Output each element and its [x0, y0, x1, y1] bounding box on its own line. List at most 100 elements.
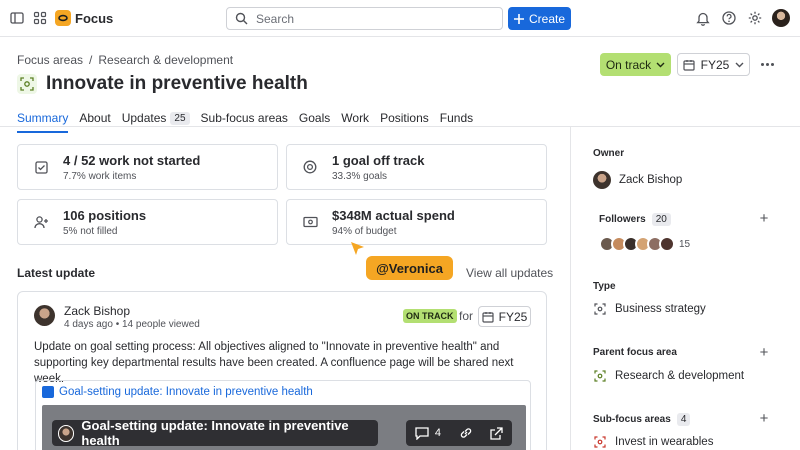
chevron-down-icon	[656, 62, 665, 67]
linked-page-card[interactable]: Goal-setting update: Innovate in prevent…	[35, 380, 531, 450]
breadcrumb: Focus areas / Research & development	[17, 53, 233, 67]
search-placeholder: Search	[256, 11, 295, 26]
page-preview[interactable]: Goal-setting update: Innovate in prevent…	[42, 405, 526, 450]
top-navigation-bar: Focus Search Create	[0, 0, 800, 37]
update-card: Zack Bishop 4 days ago • 14 people viewe…	[17, 291, 547, 450]
add-follower-icon[interactable]: +	[758, 211, 770, 226]
app-name[interactable]: Focus	[75, 11, 113, 26]
sub-focus-areas-heading: Sub-focus areas 4	[593, 413, 691, 426]
type-value-row: Business strategy	[593, 302, 706, 316]
tab-updates[interactable]: Updates 25	[122, 108, 190, 128]
settings-gear-icon[interactable]	[746, 9, 764, 27]
owner-avatar	[593, 171, 611, 189]
create-label: Create	[528, 11, 566, 26]
preview-title-bar: Goal-setting update: Innovate in prevent…	[52, 418, 378, 448]
sub-focus-area-item[interactable]: Invest in wearables	[593, 435, 713, 449]
search-input[interactable]: Search	[226, 7, 503, 30]
strategy-icon	[593, 302, 607, 316]
comment-icon	[415, 426, 429, 440]
notifications-bell-icon[interactable]	[694, 9, 712, 27]
followers-more-count: 15	[679, 238, 691, 250]
link-icon[interactable]	[459, 426, 473, 440]
update-fiscal-year[interactable]: FY25	[478, 306, 531, 327]
comments-button[interactable]: 4	[415, 426, 441, 440]
confluence-icon	[42, 386, 54, 398]
stat-value: 4 / 52 work not started	[63, 153, 201, 168]
tab-positions[interactable]: Positions	[380, 108, 429, 128]
stat-subtext: 7.7% work items	[63, 171, 137, 182]
search-icon	[235, 12, 248, 25]
stat-subtext: 33.3% goals	[332, 171, 388, 182]
sub-focus-count-badge: 4	[676, 413, 691, 426]
update-meta: 4 days ago • 14 people viewed	[64, 319, 200, 330]
focus-logo-icon[interactable]	[55, 10, 71, 26]
help-icon[interactable]	[720, 9, 738, 27]
followers-heading: Followers 20	[599, 213, 671, 226]
stat-subtext: 5% not filled	[63, 226, 118, 237]
add-parent-icon[interactable]: +	[758, 345, 770, 360]
tabs-divider	[0, 126, 800, 127]
calendar-icon	[482, 311, 494, 323]
breadcrumb-focus-areas[interactable]: Focus areas	[17, 53, 83, 67]
tab-sub-focus-areas[interactable]: Sub-focus areas	[201, 108, 288, 128]
app-switcher-icon[interactable]	[31, 9, 49, 27]
page-title: Innovate in preventive health	[46, 73, 308, 94]
status-dropdown-button[interactable]: On track	[600, 53, 671, 76]
focus-area-icon	[593, 435, 607, 449]
stat-card-positions[interactable]: 106 positions 5% not filled	[17, 199, 278, 245]
type-value: Business strategy	[615, 303, 706, 315]
breadcrumb-research-development[interactable]: Research & development	[98, 53, 233, 67]
author-name[interactable]: Zack Bishop	[64, 304, 130, 318]
for-label: for	[459, 309, 474, 323]
more-options-icon[interactable]	[758, 57, 776, 71]
sidebar-toggle-icon[interactable]	[8, 9, 26, 27]
calendar-icon	[683, 59, 695, 71]
type-heading: Type	[593, 281, 616, 292]
tab-about[interactable]: About	[79, 108, 110, 128]
linked-page-title[interactable]: Goal-setting update: Innovate in prevent…	[42, 386, 313, 398]
view-all-updates-link[interactable]: View all updates	[466, 266, 553, 280]
stat-value: 1 goal off track	[332, 153, 425, 168]
tab-goals[interactable]: Goals	[299, 108, 330, 128]
author-avatar[interactable]	[34, 305, 55, 326]
parent-focus-area-item[interactable]: Research & development	[593, 369, 744, 383]
stat-card-work[interactable]: 4 / 52 work not started 7.7% work items	[17, 144, 278, 190]
fiscal-year-label: FY25	[700, 57, 730, 72]
collaborator-cursor-icon	[351, 242, 364, 255]
collaborator-mention-tag: @Veronica	[366, 256, 453, 280]
status-label: On track	[605, 57, 652, 72]
stat-value: 106 positions	[63, 208, 147, 223]
stat-card-goals[interactable]: 1 goal off track 33.3% goals	[286, 144, 547, 190]
open-external-icon[interactable]	[490, 426, 503, 440]
title-row: Innovate in preventive health	[17, 73, 308, 95]
owner-name: Zack Bishop	[619, 174, 683, 186]
focus-area-icon	[593, 369, 607, 383]
fiscal-year-dropdown[interactable]: FY25	[677, 53, 750, 76]
parent-focus-area-name: Research & development	[615, 370, 745, 382]
tab-bar: Summary About Updates 25 Sub-focus areas …	[17, 108, 473, 133]
stat-card-spend[interactable]: $348M actual spend 94% of budget	[286, 199, 547, 245]
stat-subtext: 94% of budget	[332, 226, 397, 237]
parent-focus-area-heading: Parent focus area	[593, 347, 677, 358]
checkbox-icon	[33, 159, 49, 175]
chevron-down-icon	[735, 62, 744, 67]
breadcrumb-separator: /	[89, 53, 93, 67]
preview-avatar	[58, 424, 75, 442]
tab-summary[interactable]: Summary	[17, 108, 69, 133]
followers-count-badge: 20	[651, 213, 671, 226]
person-add-icon	[33, 214, 49, 230]
target-icon	[302, 159, 318, 175]
updates-count-badge: 25	[170, 111, 190, 125]
tab-work[interactable]: Work	[341, 108, 369, 128]
tab-funds[interactable]: Funds	[440, 108, 473, 128]
create-button[interactable]: Create	[508, 7, 571, 30]
owner-row[interactable]: Zack Bishop	[593, 171, 682, 189]
follower-avatar	[659, 236, 675, 252]
user-avatar[interactable]	[772, 9, 790, 27]
stat-value: $348M actual spend	[332, 208, 455, 223]
add-sub-focus-icon[interactable]: +	[758, 411, 770, 426]
follower-avatars[interactable]: 15	[599, 236, 690, 252]
preview-actions: 4	[406, 420, 512, 446]
sub-focus-area-name: Invest in wearables	[615, 436, 714, 448]
focus-area-icon	[17, 74, 37, 94]
